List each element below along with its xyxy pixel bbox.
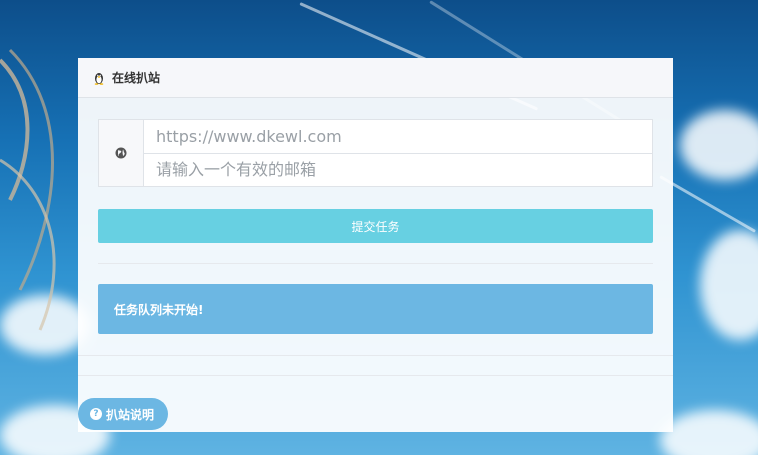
background-hair-strands	[0, 48, 56, 331]
input-addon	[99, 120, 144, 186]
divider	[98, 263, 653, 264]
email-input[interactable]	[144, 152, 652, 186]
submit-task-button[interactable]: 提交任务	[98, 209, 653, 243]
crawl-panel: 在线扒站 提交任务 任务队列未开始! ? 扒站说明	[78, 58, 673, 432]
panel-title: 在线扒站	[112, 71, 161, 85]
footer-divider	[78, 375, 673, 376]
status-message: 任务队列未开始!	[114, 302, 204, 317]
status-alert: 任务队列未开始!	[98, 284, 653, 334]
task-input-group	[98, 119, 653, 187]
footer-divider	[78, 355, 673, 356]
globe-icon	[115, 144, 127, 163]
help-label: 扒站说明	[106, 407, 155, 422]
input-fields	[144, 120, 652, 186]
background-cloud	[700, 230, 758, 340]
background-cloud	[0, 295, 90, 355]
background-streak	[659, 175, 757, 233]
background-cloud	[680, 110, 758, 180]
url-input[interactable]	[144, 120, 652, 153]
penguin-icon	[92, 71, 106, 85]
question-circle-icon: ?	[90, 408, 102, 420]
background-cloud	[660, 410, 758, 455]
panel-header: 在线扒站	[78, 58, 673, 98]
crawl-help-button[interactable]: ? 扒站说明	[78, 398, 169, 430]
